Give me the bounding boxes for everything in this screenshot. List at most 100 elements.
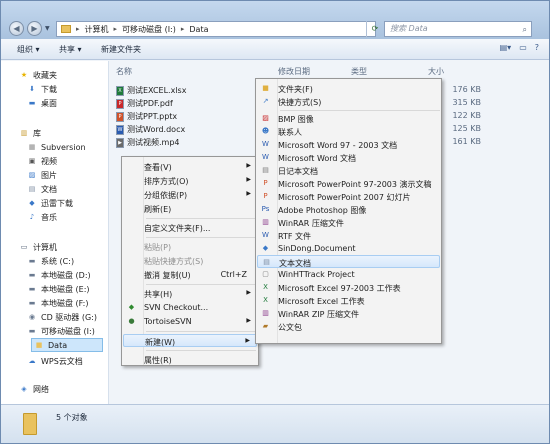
view-controls: ▤▾ ▭ ? xyxy=(500,43,539,52)
menu-label: 自定义文件夹(F)... xyxy=(144,224,211,233)
new-word-item[interactable]: W Microsoft Word 文档 xyxy=(257,151,440,164)
nav-videos[interactable]: ▣ 视频 xyxy=(27,155,57,167)
nav-music[interactable]: ♪ 音乐 xyxy=(27,211,57,223)
breadcrumb-data[interactable]: Data xyxy=(189,25,208,34)
column-size[interactable]: 大小 xyxy=(428,66,444,77)
nav-system-c[interactable]: ▬ 系统 (C:) xyxy=(27,255,74,267)
file-row[interactable]: X 测试EXCEL.xlsx xyxy=(116,85,186,96)
preview-pane-icon[interactable]: ▭ xyxy=(519,43,527,52)
menu-label: 共享(H) xyxy=(144,290,173,299)
nav-disk-e[interactable]: ▬ 本地磁盘 (E:) xyxy=(27,283,90,295)
share-button[interactable]: 共享 ▾ xyxy=(59,44,82,55)
new-photoshop-item[interactable]: Ps Adobe Photoshop 图像 xyxy=(257,203,440,216)
nav-network[interactable]: ◈ 网络 xyxy=(19,383,49,395)
forward-button[interactable]: ▶ xyxy=(27,21,42,36)
file-size: 315 KB xyxy=(452,98,481,107)
shortcut-icon: ↗ xyxy=(262,97,269,105)
chevron-right-icon[interactable]: ▸ xyxy=(76,25,80,33)
drive-icon: ▬ xyxy=(28,284,36,293)
nav-disk-d[interactable]: ▬ 本地磁盘 (D:) xyxy=(27,269,91,281)
journal-icon: ▤ xyxy=(262,166,269,174)
file-row[interactable]: P 测试PDF.pdf xyxy=(116,98,173,109)
new-sindong-item[interactable]: ◆ SinDong.Document xyxy=(257,242,440,255)
nav-wps-cloud[interactable]: ☁ WPS云文档 xyxy=(27,355,83,367)
menu-item-view[interactable]: 查看(V) ▶ xyxy=(123,160,257,173)
drive-icon: ▬ xyxy=(28,270,36,279)
new-journal-item[interactable]: ▤ 日记本文档 xyxy=(257,164,440,177)
breadcrumb-computer[interactable]: 计算机 xyxy=(85,24,109,35)
winrar-zip-icon: ▥ xyxy=(262,309,269,317)
nav-label: 下载 xyxy=(41,84,57,94)
search-icon[interactable]: ⌕ xyxy=(523,23,527,37)
menu-item-properties[interactable]: 属性(R) xyxy=(123,353,257,366)
file-row[interactable]: ▶ 测试视频.mp4 xyxy=(116,137,180,148)
nav-computer[interactable]: ▭ 计算机 xyxy=(19,241,57,253)
menu-item-undo-copy[interactable]: 撤消 复制(U) Ctrl+Z xyxy=(123,268,257,281)
new-folder-item[interactable]: ■ 文件夹(F) xyxy=(257,82,440,95)
submenu-arrow-icon: ▶ xyxy=(246,162,251,169)
new-excel-97-item[interactable]: X Microsoft Excel 97-2003 工作表 xyxy=(257,281,440,294)
new-winrar-item[interactable]: ▥ WinRAR 压缩文件 xyxy=(257,216,440,229)
new-text-document-item[interactable]: ▤ 文本文档 xyxy=(257,255,440,268)
context-menu: 查看(V) ▶ 排序方式(O) ▶ 分组依据(P) ▶ 刷新(E) 自定义文件夹… xyxy=(121,156,259,366)
new-contact-item[interactable]: ☻ 联系人 xyxy=(257,125,440,138)
new-excel-item[interactable]: X Microsoft Excel 工作表 xyxy=(257,294,440,307)
column-type[interactable]: 类型 xyxy=(351,66,367,77)
menu-item-customize-folder[interactable]: 自定义文件夹(F)... xyxy=(123,221,257,234)
menu-item-paste[interactable]: 粘贴(P) xyxy=(123,240,257,253)
organize-button[interactable]: 组织 ▾ xyxy=(17,44,40,55)
folder-icon: ■ xyxy=(262,84,269,92)
new-winrar-zip-item[interactable]: ▥ WinRAR ZIP 压缩文件 xyxy=(257,307,440,320)
folder-icon: ■ xyxy=(35,340,43,349)
nav-downloads[interactable]: ⬇ 下载 xyxy=(27,83,57,95)
new-rtf-item[interactable]: W RTF 文件 xyxy=(257,229,440,242)
nav-subversion[interactable]: ▦ Subversion xyxy=(27,141,86,153)
nav-disk-f[interactable]: ▬ 本地磁盘 (F:) xyxy=(27,297,89,309)
new-bmp-item[interactable]: ▨ BMP 图像 xyxy=(257,112,440,125)
menu-item-group[interactable]: 分组依据(P) ▶ xyxy=(123,188,257,201)
new-ppt-2007-item[interactable]: P Microsoft PowerPoint 2007 幻灯片 xyxy=(257,190,440,203)
back-button[interactable]: ◀ xyxy=(9,21,24,36)
nav-data-folder[interactable]: ■ Data xyxy=(31,338,103,352)
nav-documents[interactable]: ▤ 文档 xyxy=(27,183,57,195)
view-options-icon[interactable]: ▤▾ xyxy=(500,43,512,52)
nav-pictures[interactable]: ▨ 图片 xyxy=(27,169,57,181)
menu-label: TortoiseSVN xyxy=(144,317,192,326)
file-row[interactable]: P 测试PPT.pptx xyxy=(116,111,177,122)
nav-library[interactable]: ▥ 库 xyxy=(19,127,41,139)
new-ppt-97-item[interactable]: P Microsoft PowerPoint 97-2003 演示文稿 xyxy=(257,177,440,190)
menu-item-tortoisesvn[interactable]: ● TortoiseSVN ▶ xyxy=(123,315,257,328)
nav-desktop[interactable]: ▬ 桌面 xyxy=(27,97,57,109)
submenu-arrow-icon: ▶ xyxy=(246,317,251,324)
search-input[interactable]: 搜索 Data ⌕ xyxy=(384,21,532,37)
menu-label: Microsoft Word 文档 xyxy=(278,154,357,163)
menu-item-share[interactable]: 共享(H) ▶ xyxy=(123,287,257,300)
help-icon[interactable]: ? xyxy=(535,43,539,52)
history-dropdown-icon[interactable]: ▼ xyxy=(45,25,50,32)
menu-label: 新建(W) xyxy=(145,338,176,347)
nav-cd-g[interactable]: ◉ CD 驱动器 (G:) xyxy=(27,311,97,323)
winhttrack-icon: ▢ xyxy=(262,270,269,278)
chevron-right-icon[interactable]: ▸ xyxy=(114,25,118,33)
new-shortcut-item[interactable]: ↗ 快捷方式(S) xyxy=(257,95,440,108)
column-name[interactable]: 名称 xyxy=(116,66,132,77)
new-word-97-item[interactable]: W Microsoft Word 97 - 2003 文档 xyxy=(257,138,440,151)
breadcrumb-removable-disk[interactable]: 可移动磁盘 (I:) xyxy=(122,24,176,35)
refresh-icon[interactable]: ⟳ xyxy=(366,21,383,37)
nav-thunder-downloads[interactable]: ◆ 迅雷下载 xyxy=(27,197,73,209)
chevron-right-icon[interactable]: ▸ xyxy=(181,25,185,33)
menu-item-new[interactable]: 新建(W) ▶ xyxy=(123,334,257,347)
address-bar[interactable]: ▸ 计算机 ▸ 可移动磁盘 (I:) ▸ Data xyxy=(56,21,376,37)
new-winhttrack-item[interactable]: ▢ WinHTTrack Project xyxy=(257,268,440,281)
menu-item-sort[interactable]: 排序方式(O) ▶ xyxy=(123,174,257,187)
file-row[interactable]: W 测试Word.docx xyxy=(116,124,185,135)
menu-item-svn-checkout[interactable]: ◆ SVN Checkout... xyxy=(123,301,257,314)
new-briefcase-item[interactable]: ▰ 公文包 xyxy=(257,320,440,333)
menu-item-paste-shortcut[interactable]: 粘贴快捷方式(S) xyxy=(123,254,257,267)
nav-removable-i[interactable]: ▬ 可移动磁盘 (I:) xyxy=(27,325,95,337)
usb-drive-icon: ▬ xyxy=(28,326,36,335)
menu-item-refresh[interactable]: 刷新(E) xyxy=(123,202,257,215)
column-modified[interactable]: 修改日期 xyxy=(278,66,310,77)
nav-favorites[interactable]: ★ 收藏夹 xyxy=(19,69,57,81)
new-folder-button[interactable]: 新建文件夹 xyxy=(101,44,141,55)
